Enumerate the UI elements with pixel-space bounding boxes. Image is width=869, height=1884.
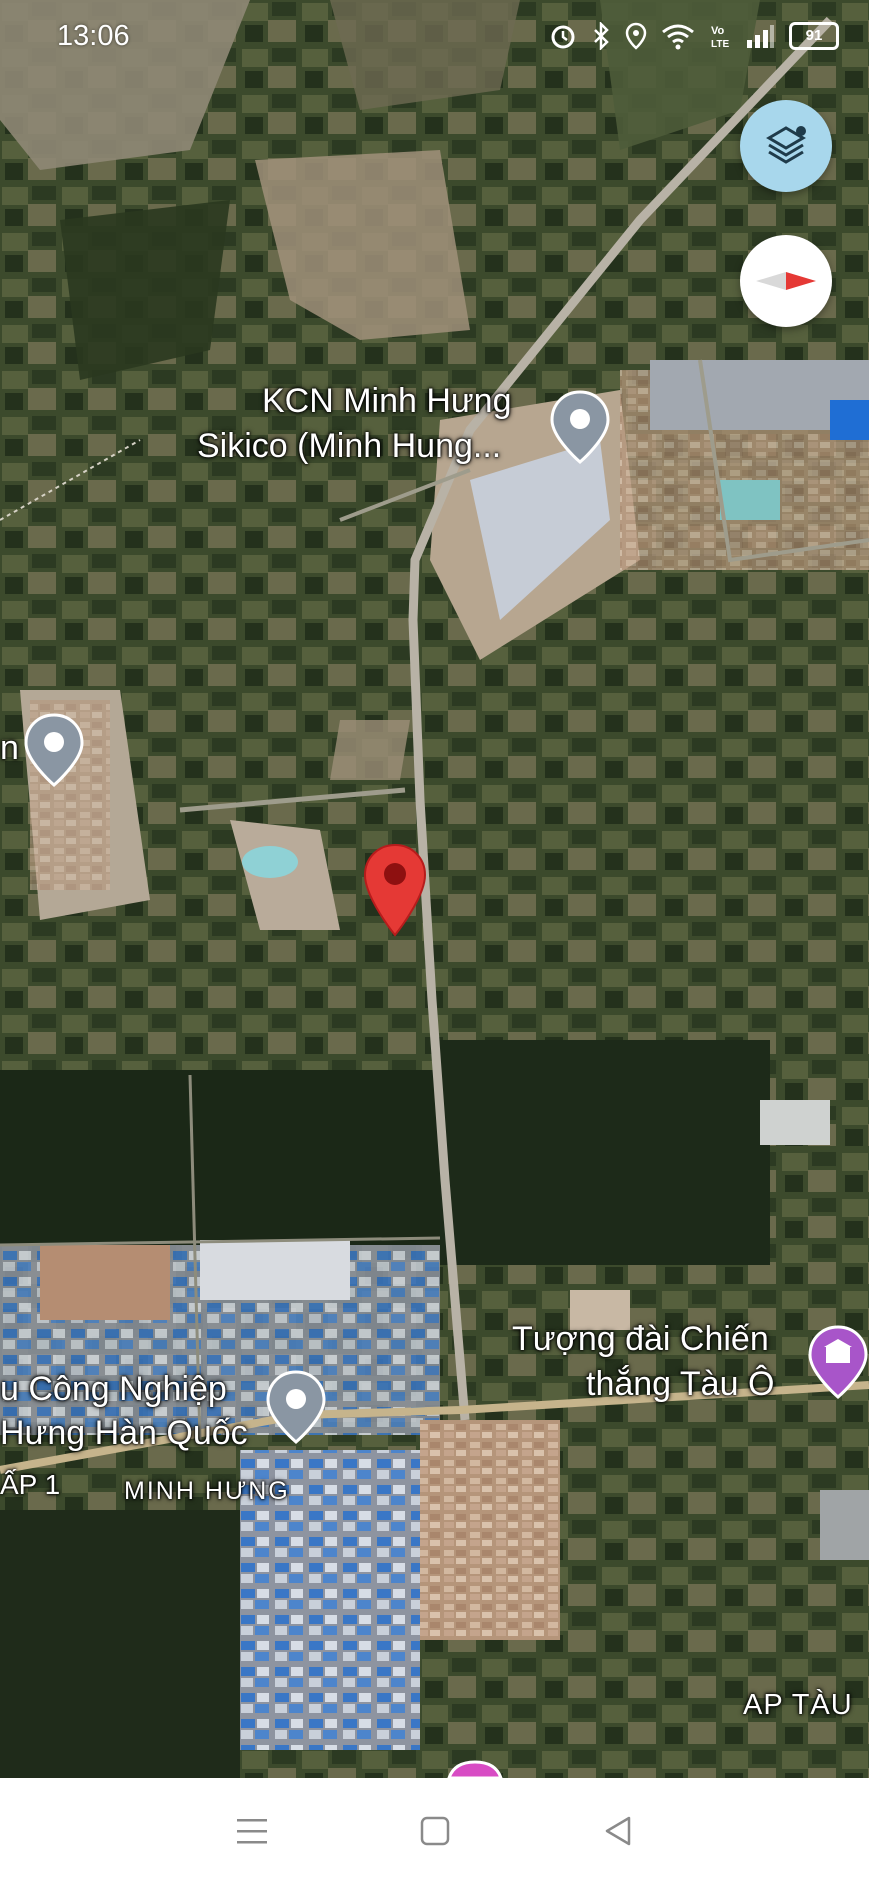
- map-label-korea-line2[interactable]: Hưng Hàn Quốc: [0, 1412, 248, 1454]
- signal-icon: [747, 25, 774, 48]
- layers-button[interactable]: [740, 100, 832, 192]
- partial-pin-icon[interactable]: [445, 1760, 505, 1778]
- svg-text:LTE: LTE: [711, 39, 729, 50]
- compass-icon: [756, 272, 816, 290]
- volte-icon: Vo LTE: [711, 25, 729, 50]
- map-label-kcn-minh-hung[interactable]: KCN Minh Hưng: [262, 380, 512, 422]
- place-pin-korea-icon[interactable]: [266, 1370, 326, 1444]
- svg-text:Vo: Vo: [711, 25, 725, 37]
- dropped-pin-icon[interactable]: [363, 843, 427, 937]
- place-pin-kcn-icon[interactable]: [550, 390, 610, 464]
- map-label-edge[interactable]: n: [0, 727, 19, 769]
- location-icon: [625, 22, 647, 50]
- system-navigation-bar: [0, 1778, 869, 1884]
- bluetooth-icon: [594, 22, 609, 50]
- place-pin-west-icon[interactable]: [24, 713, 84, 787]
- home-icon: [420, 1816, 449, 1846]
- alarm-icon: [551, 25, 575, 49]
- layers-icon: [766, 126, 806, 164]
- battery-icon: 91: [789, 22, 839, 50]
- back-button[interactable]: [588, 1801, 648, 1861]
- menu-icon: [236, 1819, 267, 1844]
- map-label-korea-line1[interactable]: u Công Nghiệp: [0, 1368, 227, 1410]
- back-icon: [605, 1816, 630, 1846]
- map-label-monument-line1[interactable]: Tượng đài Chiến: [512, 1318, 769, 1360]
- status-icons: Vo LTE 91: [549, 22, 839, 50]
- map-label-monument-line2[interactable]: thắng Tàu Ô: [586, 1363, 774, 1405]
- status-bar: 13:06 Vo LTE 91: [0, 0, 869, 80]
- satellite-map[interactable]: KCN Minh Hưng Sikico (Minh Hung... n Tượ…: [0, 0, 869, 1778]
- map-label-minh-hung: MINH HƯNG: [124, 1477, 290, 1505]
- home-button[interactable]: [405, 1801, 465, 1861]
- map-label-kcn-sikico[interactable]: Sikico (Minh Hung...: [197, 425, 501, 467]
- map-label-ap-tau: AP TÀU: [743, 1689, 853, 1721]
- compass-button[interactable]: [740, 235, 832, 327]
- recent-apps-button[interactable]: [222, 1801, 282, 1861]
- map-label-ap1: ẤP 1: [0, 1469, 61, 1500]
- status-time: 13:06: [57, 20, 130, 52]
- monument-pin-icon[interactable]: [808, 1325, 868, 1399]
- wifi-icon: [662, 24, 694, 50]
